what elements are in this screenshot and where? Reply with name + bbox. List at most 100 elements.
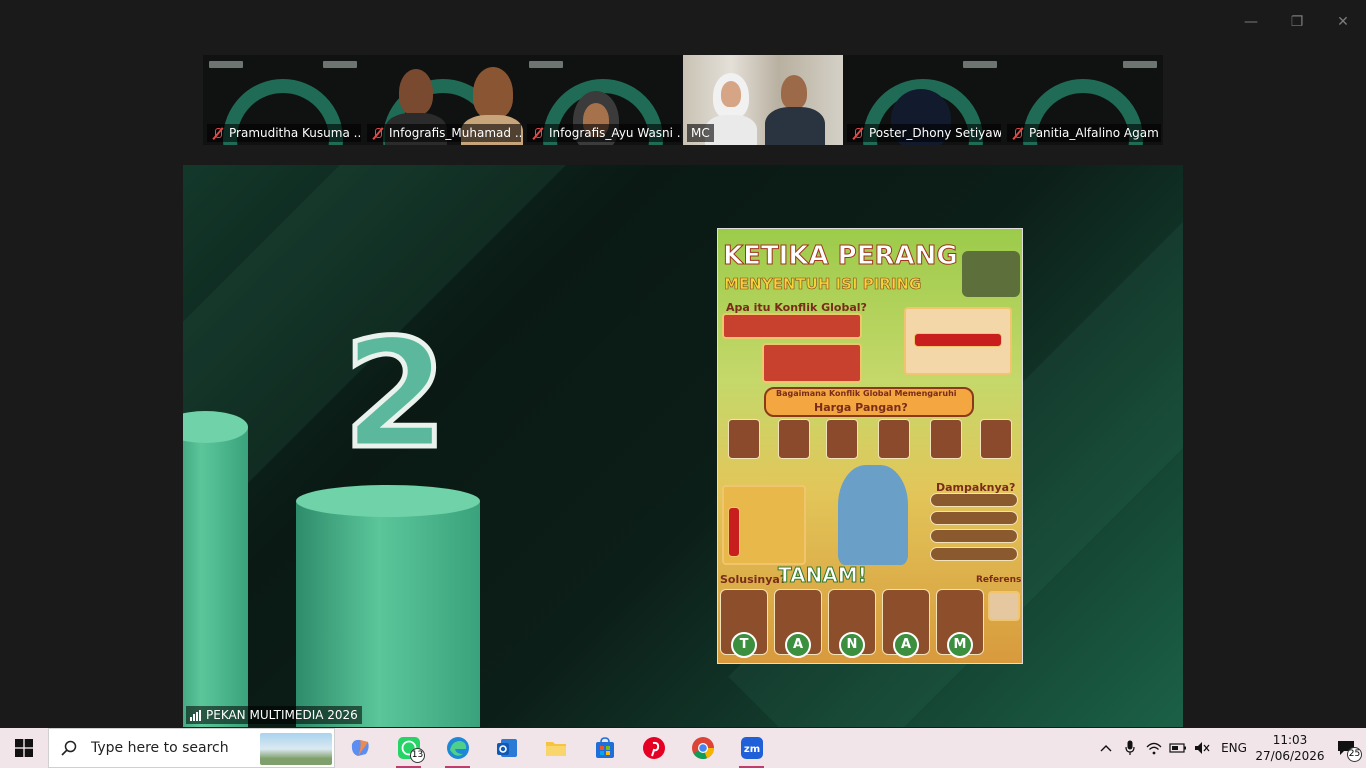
- podium-left: [183, 411, 248, 727]
- poster-solution-word: TANAM!: [778, 563, 868, 588]
- poster-letter: T: [731, 632, 757, 658]
- participant-tile[interactable]: Infografis_Muhamad ...: [363, 55, 523, 145]
- notification-center-button[interactable]: 25: [1326, 728, 1366, 768]
- participant-name-label: MC: [687, 124, 714, 142]
- minimize-button[interactable]: —: [1228, 0, 1274, 44]
- whatsapp-unread-badge: 13: [410, 748, 425, 763]
- poster-subtitle: MENYENTUH ISI PIRING: [724, 275, 922, 294]
- outlook-icon: [496, 739, 517, 757]
- clock-time: 11:03: [1272, 733, 1308, 747]
- window-controls: — ❐ ✕: [1228, 0, 1366, 44]
- whatsapp-app-icon[interactable]: 13: [384, 728, 433, 768]
- poster-question-2: Bagaimana Konflik Global Memengaruhi: [776, 389, 957, 398]
- poster-title: KETIKA PERANG: [723, 241, 959, 272]
- pinterest-app-icon[interactable]: [629, 728, 678, 768]
- close-button[interactable]: ✕: [1320, 0, 1366, 44]
- poster-letter: A: [893, 632, 919, 658]
- poster-icon-food: [980, 419, 1012, 459]
- start-button[interactable]: [0, 728, 48, 768]
- mic-muted-icon: [371, 127, 384, 140]
- participant-tile[interactable]: Panitia_Alfalino Agam: [1003, 55, 1163, 145]
- notification-count-badge: 25: [1347, 747, 1362, 762]
- event-logo: [209, 61, 243, 68]
- copilot-icon: [351, 739, 369, 756]
- taskbar-search-box[interactable]: Type here to search: [48, 728, 335, 768]
- mic-muted-icon: [851, 127, 864, 140]
- share-host-label: PEKAN MULTIMEDIA 2026: [186, 706, 362, 724]
- file-explorer-app-icon[interactable]: [531, 728, 580, 768]
- participant-name: MC: [691, 126, 710, 140]
- clock-date: 27/06/2026: [1255, 749, 1325, 763]
- infographic-poster: KETIKA PERANG MENYENTUH ISI PIRING Apa i…: [717, 228, 1023, 664]
- participant-gallery: Pramuditha Kusuma ... Infografis_Muhamad…: [203, 55, 1163, 145]
- podium-second: [296, 485, 480, 727]
- poster-impact-item: [930, 493, 1018, 507]
- poster-reference-heading: Referensi:: [976, 575, 1023, 585]
- search-placeholder: Type here to search: [91, 740, 229, 756]
- chrome-app-icon[interactable]: [678, 728, 727, 768]
- participant-tile[interactable]: Pramuditha Kusuma ...: [203, 55, 363, 145]
- mic-muted-icon: [531, 127, 544, 140]
- poster-impact-item: [930, 547, 1018, 561]
- participant-name-label: Pramuditha Kusuma ...: [207, 124, 361, 142]
- poster-icon-port: [778, 419, 810, 459]
- participant-name-label: Infografis_Muhamad ...: [367, 124, 521, 142]
- search-highlight-image: [260, 733, 332, 765]
- participant-tile[interactable]: Infografis_Ayu Wasni ...: [523, 55, 683, 145]
- language-indicator[interactable]: ENG: [1214, 728, 1254, 768]
- battery-icon[interactable]: [1166, 728, 1190, 768]
- mic-muted-icon: [1011, 127, 1024, 140]
- microphone-icon[interactable]: [1118, 728, 1142, 768]
- rank-number: 2: [340, 308, 449, 482]
- participant-name-label: Panitia_Alfalino Agam: [1007, 124, 1161, 142]
- participant-name: Pramuditha Kusuma ...: [229, 126, 361, 140]
- soldiers-illustration: [962, 251, 1020, 297]
- participant-name-label: Infografis_Ayu Wasni ...: [527, 124, 681, 142]
- restore-button[interactable]: ❐: [1274, 0, 1320, 44]
- windows-taskbar: Type here to search 13 zm ENG 11:03 27/0…: [0, 728, 1366, 768]
- volume-muted-icon[interactable]: [1190, 728, 1214, 768]
- share-host-name: PEKAN MULTIMEDIA 2026: [206, 708, 358, 722]
- windows-logo-icon: [15, 739, 33, 757]
- participant-tile[interactable]: Poster_Dhony Setiyaw...: [843, 55, 1003, 145]
- show-hidden-icons-chevron-icon[interactable]: [1094, 728, 1118, 768]
- folder-icon: [545, 742, 566, 756]
- participant-tile-active-speaker[interactable]: MC: [683, 55, 843, 145]
- participant-name: Poster_Dhony Setiyaw...: [869, 126, 1001, 140]
- event-logo: [323, 61, 357, 68]
- podium-top: [296, 485, 480, 517]
- event-logo: [963, 61, 997, 68]
- microsoft-store-app-icon[interactable]: [580, 728, 629, 768]
- wifi-icon[interactable]: [1142, 728, 1166, 768]
- poster-stat-bar: [914, 333, 1002, 347]
- qr-code-icon: [988, 591, 1020, 621]
- poster-text-box: [722, 313, 862, 339]
- connection-signal-icon: [190, 709, 201, 721]
- edge-icon: [446, 737, 469, 759]
- poster-letter: A: [785, 632, 811, 658]
- zoom-icon: zm: [740, 737, 763, 759]
- store-icon: [595, 737, 614, 758]
- participant-name: Panitia_Alfalino Agam: [1029, 126, 1159, 140]
- participant-face: [781, 75, 807, 109]
- edge-app-icon[interactable]: [433, 728, 482, 768]
- poster-letter: M: [947, 632, 973, 658]
- mic-muted-icon: [211, 127, 224, 140]
- poster-icon-globe: [728, 419, 760, 459]
- participant-face: [399, 69, 433, 115]
- poster-impact-item: [930, 529, 1018, 543]
- chrome-icon: [691, 737, 714, 760]
- poster-text-box: [762, 343, 862, 383]
- pinterest-icon: [642, 737, 665, 759]
- search-icon: [61, 740, 77, 756]
- participant-face: [721, 81, 741, 107]
- outlook-app-icon[interactable]: [482, 728, 531, 768]
- copilot-app-icon[interactable]: [335, 728, 384, 768]
- participant-name-label: Poster_Dhony Setiyaw...: [847, 124, 1001, 142]
- participant-body: [765, 107, 825, 145]
- event-logo: [1123, 61, 1157, 68]
- event-logo: [529, 61, 563, 68]
- zoom-app-icon[interactable]: zm: [727, 728, 776, 768]
- participant-face: [473, 67, 513, 119]
- clock[interactable]: 11:03 27/06/2026: [1254, 732, 1326, 764]
